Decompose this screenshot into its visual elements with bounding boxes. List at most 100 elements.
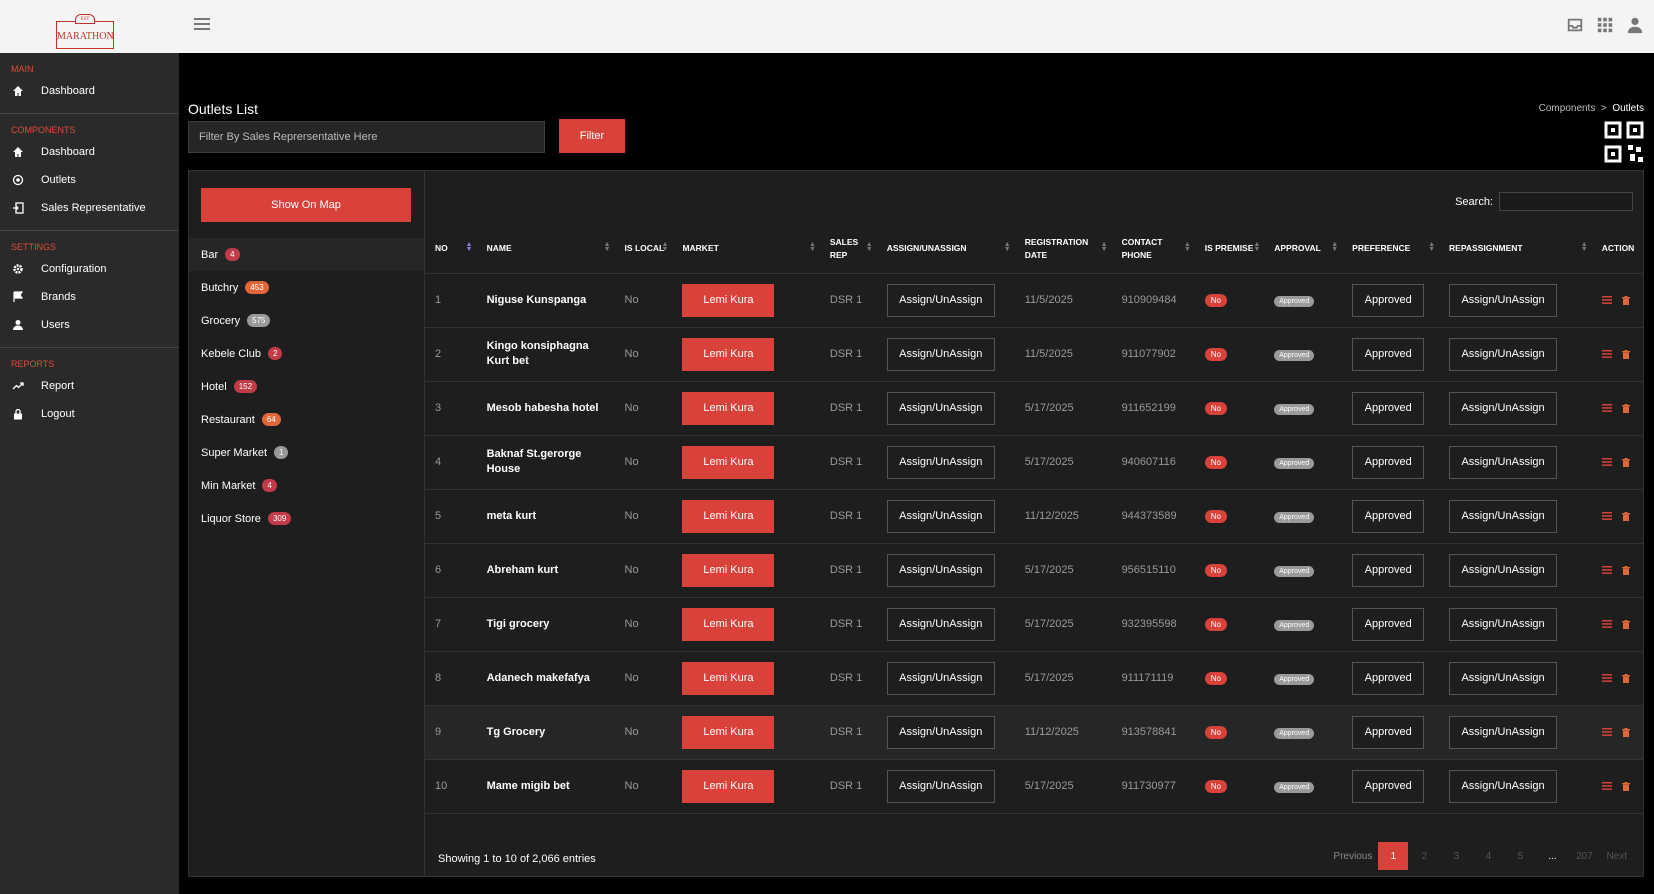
user-avatar-icon[interactable] <box>1626 16 1644 34</box>
menu-lines-icon[interactable] <box>1601 728 1612 736</box>
column-header-contact-phone[interactable]: CONTACT PHONE ▲ ▼ <box>1111 225 1195 274</box>
menu-lines-icon[interactable] <box>1601 296 1612 304</box>
trash-icon[interactable] <box>1621 781 1630 791</box>
show-on-map-button[interactable]: Show On Map <box>201 188 411 222</box>
sidebar-item-dashboard[interactable]: Dashboard <box>0 138 179 166</box>
preference-button[interactable]: Approved <box>1352 661 1425 695</box>
reassign-button[interactable]: Assign/UnAssign <box>1449 283 1558 317</box>
pagination-page[interactable]: 1 <box>1378 842 1409 870</box>
market-button[interactable]: Lemi Kura <box>682 499 775 533</box>
reassign-button[interactable]: Assign/UnAssign <box>1449 553 1558 587</box>
market-button[interactable]: Lemi Kura <box>682 553 775 587</box>
market-button[interactable]: Lemi Kura <box>682 715 775 749</box>
assign-unassign-button[interactable]: Assign/UnAssign <box>886 337 995 371</box>
trash-icon[interactable] <box>1621 349 1630 359</box>
assign-unassign-button[interactable]: Assign/UnAssign <box>886 445 995 479</box>
sidebar-item-brands[interactable]: Brands <box>0 283 179 311</box>
assign-unassign-button[interactable]: Assign/UnAssign <box>886 499 995 533</box>
column-header-is-premise[interactable]: IS PREMISE ▲ ▼ <box>1194 225 1265 274</box>
column-header-name[interactable]: NAME ▲ ▼ <box>476 225 615 274</box>
assign-unassign-button[interactable]: Assign/UnAssign <box>886 391 995 425</box>
inbox-icon[interactable] <box>1566 16 1584 34</box>
market-button[interactable]: Lemi Kura <box>682 661 775 695</box>
market-button[interactable]: Lemi Kura <box>682 607 775 641</box>
column-header-is-local[interactable]: IS LOCAL ▲ ▼ <box>614 225 673 274</box>
reassign-button[interactable]: Assign/UnAssign <box>1449 715 1558 749</box>
table-search-input[interactable] <box>1499 192 1633 211</box>
trash-icon[interactable] <box>1621 511 1630 521</box>
column-header-registration-date[interactable]: REGISTRATION DATE ▲ ▼ <box>1014 225 1112 274</box>
reassign-button[interactable]: Assign/UnAssign <box>1449 391 1558 425</box>
table-row[interactable]: 10 Mame migib bet No Lemi Kura DSR 1 Assign/U… <box>425 759 1643 814</box>
category-item[interactable]: Super Market 1 <box>189 436 424 469</box>
category-item[interactable]: Hotel 152 <box>189 370 424 403</box>
column-header-no[interactable]: NO ▲ ▼ <box>425 225 477 274</box>
table-row[interactable]: 7 Tigi grocery No Lemi Kura DSR 1 Assign/UnAs… <box>425 597 1643 652</box>
trash-icon[interactable] <box>1621 619 1630 629</box>
menu-lines-icon[interactable] <box>1601 350 1612 358</box>
pagination-page[interactable]: 2 <box>1408 842 1440 870</box>
menu-lines-icon[interactable] <box>1601 620 1612 628</box>
sales-rep-filter-input[interactable] <box>188 121 545 153</box>
category-item[interactable]: Liquor Store 309 <box>189 502 424 535</box>
category-item[interactable]: Butchry 453 <box>189 271 424 304</box>
market-button[interactable]: Lemi Kura <box>682 337 775 371</box>
preference-button[interactable]: Approved <box>1352 283 1425 317</box>
category-item[interactable]: Bar 4 <box>189 238 424 271</box>
trash-icon[interactable] <box>1621 457 1630 467</box>
assign-unassign-button[interactable]: Assign/UnAssign <box>886 607 995 641</box>
pagination-previous[interactable]: Previous <box>1328 842 1379 870</box>
trash-icon[interactable] <box>1621 565 1630 575</box>
table-row[interactable]: 8 Adanech makefafya No Lemi Kura DSR 1 Assign… <box>425 651 1643 706</box>
preference-button[interactable]: Approved <box>1352 499 1425 533</box>
trash-icon[interactable] <box>1621 295 1630 305</box>
column-header-sales-rep[interactable]: SALES REP ▲ ▼ <box>819 225 877 274</box>
menu-lines-icon[interactable] <box>1601 512 1612 520</box>
preference-button[interactable]: Approved <box>1352 553 1425 587</box>
reassign-button[interactable]: Assign/UnAssign <box>1449 769 1558 803</box>
menu-lines-icon[interactable] <box>1601 458 1612 466</box>
preference-button[interactable]: Approved <box>1352 715 1425 749</box>
preference-button[interactable]: Approved <box>1352 769 1425 803</box>
assign-unassign-button[interactable]: Assign/UnAssign <box>886 715 995 749</box>
category-item[interactable]: Min Market 4 <box>189 469 424 502</box>
trash-icon[interactable] <box>1621 673 1630 683</box>
reassign-button[interactable]: Assign/UnAssign <box>1449 445 1558 479</box>
assign-unassign-button[interactable]: Assign/UnAssign <box>886 553 995 587</box>
column-header-preference[interactable]: PREFERENCE ▲ ▼ <box>1342 225 1440 274</box>
pagination-next[interactable]: Next <box>1600 842 1633 870</box>
menu-toggle-icon[interactable] <box>194 18 210 30</box>
sidebar-item-logout[interactable]: Logout <box>0 400 179 428</box>
sidebar-item-configuration[interactable]: Configuration <box>0 255 179 283</box>
reassign-button[interactable]: Assign/UnAssign <box>1449 337 1558 371</box>
menu-lines-icon[interactable] <box>1601 404 1612 412</box>
market-button[interactable]: Lemi Kura <box>682 769 775 803</box>
column-header-market[interactable]: MARKET ▲ ▼ <box>672 225 820 274</box>
preference-button[interactable]: Approved <box>1352 607 1425 641</box>
table-row[interactable]: 3 Mesob habesha hotel No Lemi Kura DSR 1 Assi… <box>425 381 1643 436</box>
market-button[interactable]: Lemi Kura <box>682 283 775 317</box>
category-item[interactable]: Grocery 575 <box>189 304 424 337</box>
marathon-logo[interactable]: EST MARATHON <box>56 14 114 49</box>
preference-button[interactable]: Approved <box>1352 391 1425 425</box>
category-item[interactable]: Kebele Club 2 <box>189 337 424 370</box>
assign-unassign-button[interactable]: Assign/UnAssign <box>886 769 995 803</box>
table-row[interactable]: 2 Kingo konsiphagna Kurt bet No Lemi Kura DS… <box>425 327 1643 382</box>
column-header-repassignment[interactable]: REPASSIGNMENT ▲ ▼ <box>1439 225 1592 274</box>
assign-unassign-button[interactable]: Assign/UnAssign <box>886 661 995 695</box>
sidebar-item-outlets[interactable]: Outlets <box>0 166 179 194</box>
trash-icon[interactable] <box>1621 403 1630 413</box>
sidebar-item-users[interactable]: Users <box>0 311 179 339</box>
breadcrumb-parent[interactable]: Components <box>1539 103 1596 114</box>
reassign-button[interactable]: Assign/UnAssign <box>1449 607 1558 641</box>
table-row[interactable]: 5 meta kurt No Lemi Kura DSR 1 Assign/UnAssig… <box>425 489 1643 544</box>
column-header-approval[interactable]: APPROVAL ▲ ▼ <box>1264 225 1343 274</box>
market-button[interactable]: Lemi Kura <box>682 391 775 425</box>
apps-grid-icon[interactable] <box>1596 16 1614 34</box>
pagination-page[interactable]: 207 <box>1568 842 1600 870</box>
pagination-page[interactable]: 3 <box>1440 842 1472 870</box>
market-button[interactable]: Lemi Kura <box>682 445 775 479</box>
column-header-action[interactable]: ACTION <box>1591 225 1643 274</box>
trash-icon[interactable] <box>1621 727 1630 737</box>
table-row[interactable]: 1 Niguse Kunspanga No Lemi Kura DSR 1 Assign/… <box>425 273 1643 328</box>
